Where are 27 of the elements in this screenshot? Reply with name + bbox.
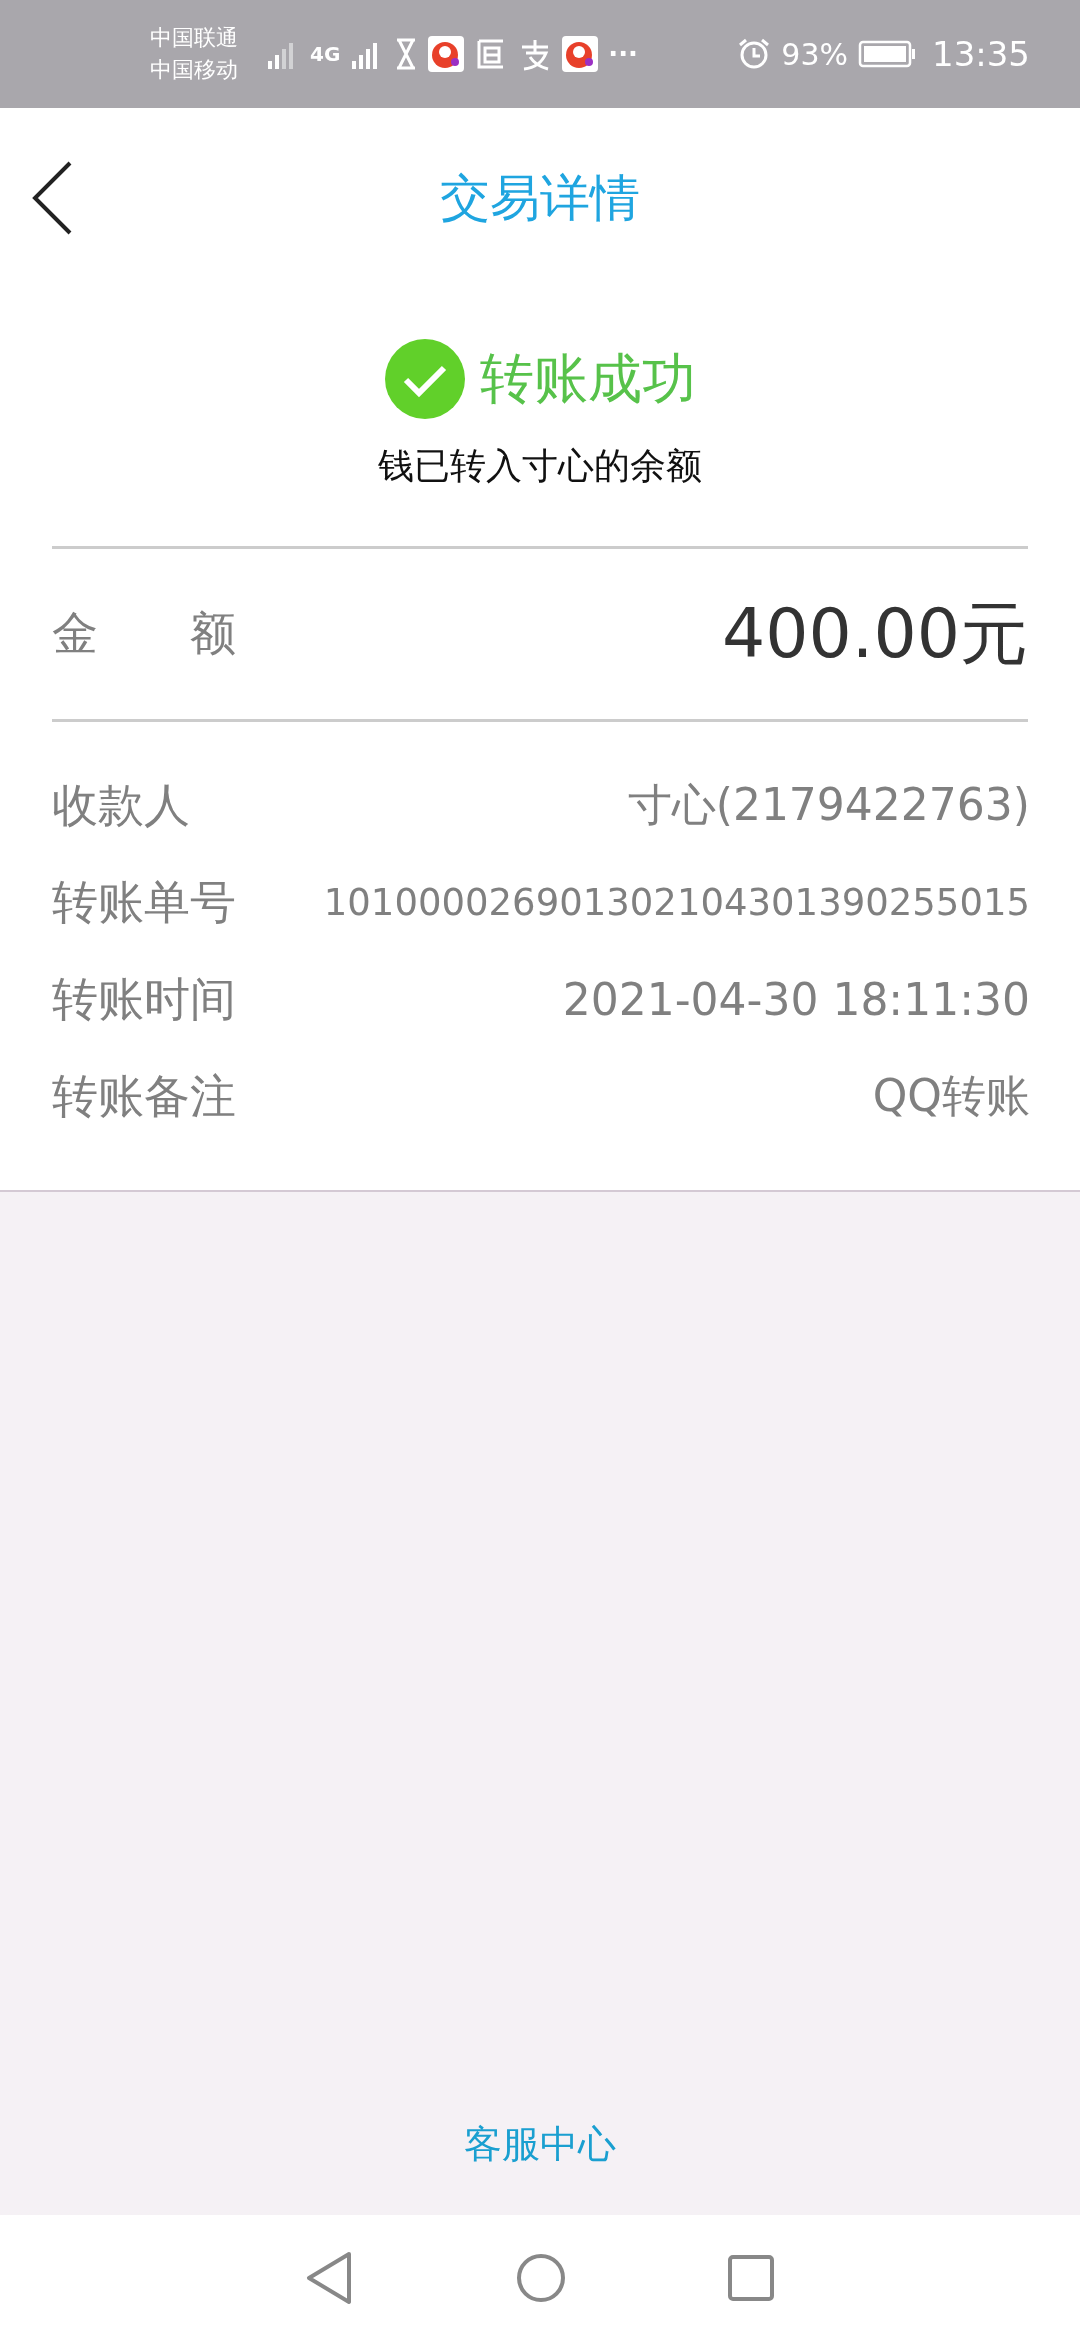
alarm-icon [737,37,772,71]
transfer-status: 转账成功 [480,345,696,412]
result-message: 钱已转入寸心的余额 [378,444,702,488]
detail-label: 转账时间 [52,970,236,1028]
app-notification-icon [428,36,465,72]
amount-value: 400.00元 [722,592,1028,675]
home-nav-icon[interactable] [515,2251,567,2304]
carrier-name: 中国移动 [150,56,238,84]
detail-label: 转账单号 [52,873,236,931]
amount-label: 金 额 [52,605,236,662]
detail-label: 收款人 [52,776,190,834]
carrier-name: 中国联通 [150,24,238,52]
network-type: 4G [310,42,341,66]
detail-value: 101000026901302104301390255015 [323,881,1030,924]
battery-icon [858,39,916,69]
detail-value: 寸心(2179422763) [627,778,1030,832]
page-title: 交易详情 [440,167,640,229]
recents-nav-icon[interactable] [727,2253,775,2302]
detail-value: 2021-04-30 18:11:30 [562,974,1030,1025]
battery-percent: 93% [781,36,848,72]
clock: 13:35 [932,34,1030,74]
app-notification-icon [562,36,599,72]
customer-service-link[interactable]: 客服中心 [464,2119,616,2170]
back-icon[interactable] [30,160,74,236]
detail-value: QQ转账 [872,1069,1030,1123]
detail-label: 转账备注 [52,1067,236,1125]
more-notifications: ··· [608,39,638,69]
